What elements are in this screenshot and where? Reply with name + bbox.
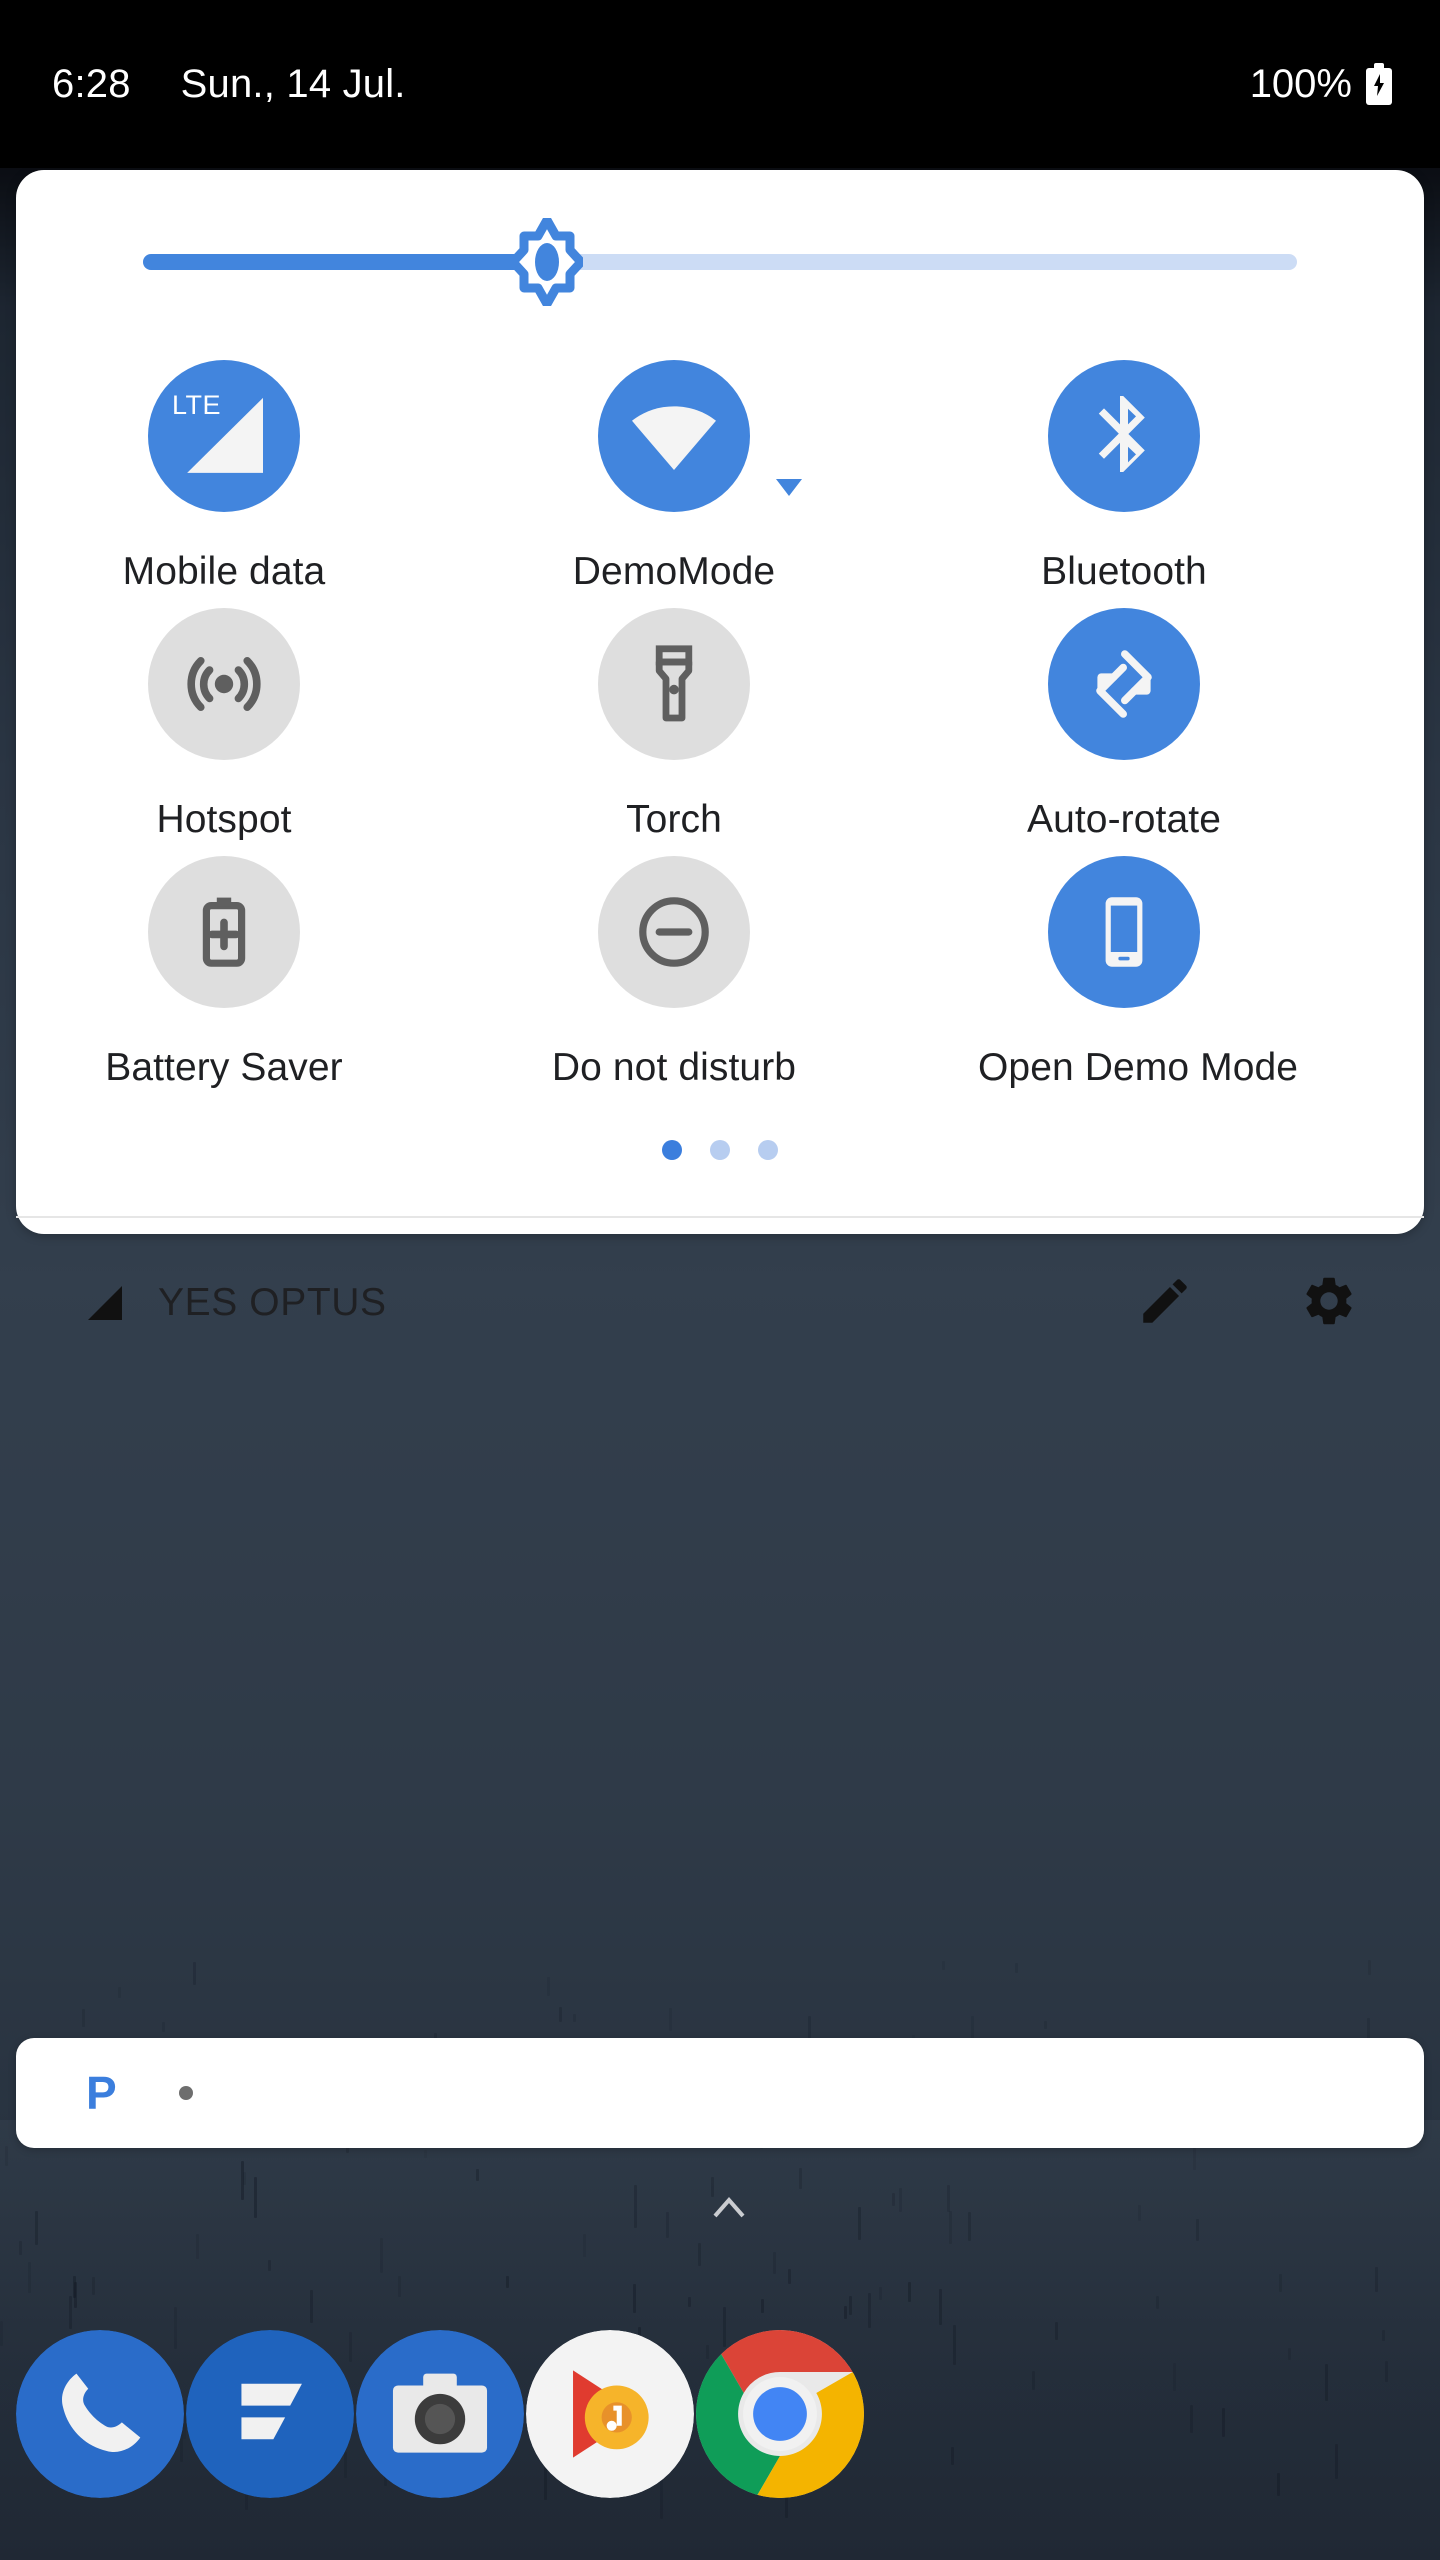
qs-tile-label: Hotspot [156,798,292,841]
qs-tile-label: Do not disturb [551,1046,797,1089]
page-indicator [16,1140,1424,1160]
status-bar-right: 100% [1250,0,1392,168]
qs-tile-torch[interactable]: Torch [528,608,820,842]
status-bar-date: Sun., 14 Jul. [180,61,406,106]
pencil-edit-icon[interactable] [1136,1272,1194,1335]
lte-badge-label: LTE [172,390,222,420]
brightness-fill [143,254,547,270]
notification-header: P [86,2038,193,2148]
qs-tile-bluetooth[interactable]: Bluetooth [978,360,1270,594]
qs-tile-mobile-data[interactable]: LTE Mobile data [78,360,370,594]
qs-tile-do-not-disturb[interactable]: Do not disturb [528,856,820,1090]
qs-tile-label: Torch [626,798,722,841]
android-quick-settings-screen: 6:28 Sun., 14 Jul. 100% LTE Mobile data … [0,0,1440,2560]
qs-tile-label: Battery Saver [105,1046,343,1089]
dock-app-play-music[interactable] [526,2330,694,2498]
gear-settings-icon[interactable] [1300,1272,1358,1335]
footer-actions [1136,1218,1358,1388]
qs-tile-label: Open Demo Mode [978,1046,1299,1089]
lte-signal-icon: LTE [148,360,300,512]
carrier-name-label: YES OPTUS [158,1281,387,1324]
qs-tile-label: DemoMode [572,550,776,593]
page-dot-3[interactable] [758,1140,778,1160]
qs-tile-auto-rotate[interactable]: Auto-rotate [978,608,1270,842]
hotspot-icon [148,608,300,760]
flashlight-icon [598,608,750,760]
qs-tile-battery-saver[interactable]: Battery Saver [78,856,370,1090]
p-app-icon: P [86,2067,117,2119]
dot-separator [178,2086,193,2100]
auto-rotate-icon [1048,608,1200,760]
qs-tile-demomode[interactable]: DemoMode [528,360,820,594]
qs-tile-label: Bluetooth [1041,550,1207,593]
battery-saver-icon [148,856,300,1008]
battery-charging-icon [1366,63,1392,105]
dock-app-chrome[interactable] [696,2330,864,2498]
phone-device-icon [1048,856,1200,1008]
page-dot-1[interactable] [662,1140,682,1160]
chevron-up-icon[interactable] [712,2194,746,2220]
signal-triangle-icon [88,1286,122,1320]
status-bar: 6:28 Sun., 14 Jul. 100% [0,0,1440,168]
chevron-down-icon[interactable] [776,479,802,496]
status-bar-clock: 6:28 [52,61,131,106]
qs-tile-open-demo-mode[interactable]: Open Demo Mode [978,856,1299,1090]
home-dock [0,2330,1440,2530]
brightness-track[interactable] [143,215,1297,309]
page-dot-2[interactable] [710,1140,730,1160]
brightness-slider[interactable] [16,170,1424,360]
bluetooth-icon [1048,360,1200,512]
dock-app-messages[interactable] [186,2330,354,2498]
notification-card[interactable]: P [16,2038,1424,2148]
quick-settings-tiles: LTE Mobile data DemoMode Bluetooth Hotspot To… [16,360,1424,1120]
wifi-icon [598,360,802,512]
qs-tile-hotspot[interactable]: Hotspot [78,608,370,842]
dock-app-phone[interactable] [16,2330,184,2498]
quick-settings-footer: YES OPTUS [16,1218,1424,1388]
dock-app-camera[interactable] [356,2330,524,2498]
quick-settings-panel: LTE Mobile data DemoMode Bluetooth Hotspot To… [16,170,1424,1324]
carrier-info: YES OPTUS [88,1218,387,1388]
status-bar-left: 6:28 Sun., 14 Jul. [52,0,406,168]
qs-tile-label: Auto-rotate [1026,798,1222,841]
battery-percent-label: 100% [1249,61,1352,106]
qs-tile-label: Mobile data [122,550,326,593]
brightness-sun-icon[interactable] [508,215,586,309]
do-not-disturb-icon [598,856,750,1008]
